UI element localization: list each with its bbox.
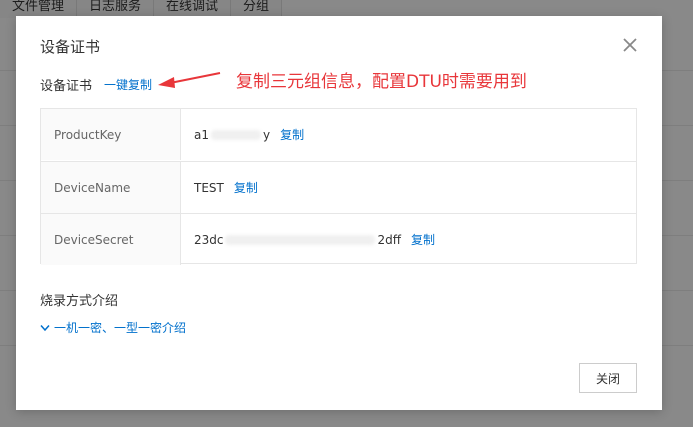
value-end: y (263, 127, 271, 142)
copy-product-key-link[interactable]: 复制 (280, 126, 304, 143)
burn-method-link[interactable]: 一机一密、一型一密介绍 (54, 319, 186, 336)
device-certificate-dialog: 设备证书 设备证书 一键复制 复制三元组信息，配置DTU时需要用到 Produc… (16, 16, 662, 410)
product-key-label: ProductKey (41, 109, 181, 160)
section-label: 设备证书 (40, 79, 93, 94)
certificate-table: ProductKey a1 y 复制 DeviceName TEST 复制 De… (40, 108, 637, 265)
copy-device-secret-link[interactable]: 复制 (411, 231, 435, 248)
close-button[interactable]: 关闭 (579, 363, 637, 393)
close-icon[interactable] (620, 35, 640, 55)
annotation-text: 复制三元组信息，配置DTU时需要用到 (236, 72, 527, 92)
burn-method-title: 烧录方式介绍 (40, 294, 119, 309)
device-name-value: TEST 复制 (181, 162, 636, 213)
table-row: DeviceSecret 23dc 2dff 复制 (41, 213, 636, 265)
dialog-title: 设备证书 (40, 38, 101, 56)
value-start: a1 (194, 127, 209, 142)
device-name-label: DeviceName (41, 162, 181, 213)
value-start: TEST (194, 180, 224, 195)
copy-all-link[interactable]: 一键复制 (104, 76, 152, 93)
value-end: 2dff (377, 232, 402, 247)
product-key-value: a1 y 复制 (181, 109, 636, 160)
table-row: ProductKey a1 y 复制 (41, 109, 636, 160)
device-secret-value: 23dc 2dff 复制 (181, 214, 636, 265)
table-row: DeviceName TEST 复制 (41, 161, 636, 213)
masked-value (211, 129, 261, 140)
copy-device-name-link[interactable]: 复制 (234, 179, 258, 196)
masked-value (225, 234, 376, 245)
burn-method-toggle[interactable]: 一机一密、一型一密介绍 (40, 319, 186, 336)
annotation-arrow-icon (158, 72, 221, 88)
device-secret-label: DeviceSecret (41, 214, 181, 265)
chevron-down-icon (40, 324, 50, 331)
value-start: 23dc (194, 232, 224, 247)
